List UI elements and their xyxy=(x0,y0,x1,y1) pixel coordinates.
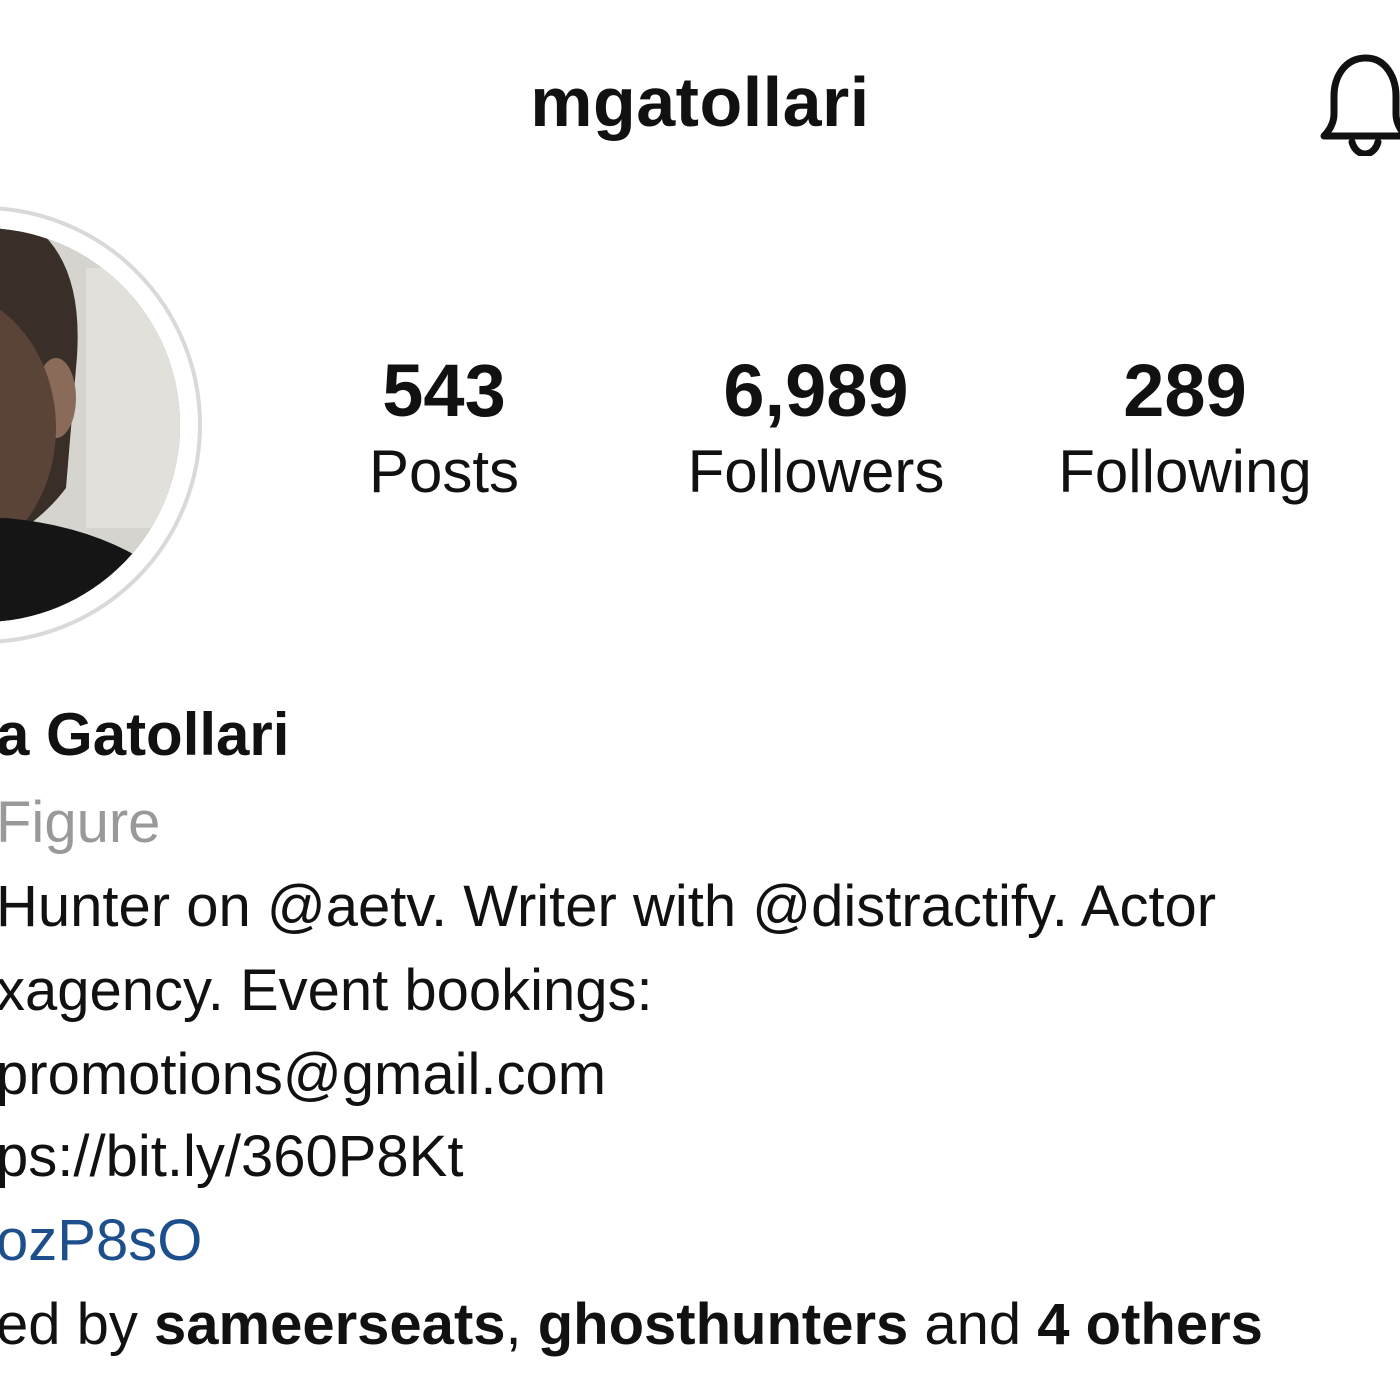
following-stat[interactable]: 289 Following xyxy=(1030,348,1340,510)
profile-username: mgatollari xyxy=(530,63,870,141)
profile-full-name: a Gatollari xyxy=(0,701,290,768)
followers-count: 6,989 xyxy=(723,349,909,432)
follower-name[interactable]: ghosthunters xyxy=(538,1292,909,1357)
posts-count: 543 xyxy=(382,349,506,432)
profile-category: Figure xyxy=(0,790,161,855)
followed-by-and: and xyxy=(908,1292,1038,1357)
followers-stat[interactable]: 6,989 Followers xyxy=(656,348,976,510)
bell-icon[interactable] xyxy=(1320,52,1400,156)
followers-label: Followers xyxy=(687,438,945,505)
followed-by-prefix: ed by xyxy=(0,1292,154,1357)
profile-screen: mgatollari 543 Posts 6,989 Followers 289… xyxy=(0,0,1400,1400)
bio-link[interactable]: ozP8sO xyxy=(0,1206,202,1276)
follower-name[interactable]: sameerseats xyxy=(154,1292,506,1357)
bio-line: Hunter on @aetv. Writer with @distractif… xyxy=(0,874,1217,939)
followed-by-others[interactable]: 4 others xyxy=(1037,1292,1263,1357)
posts-label: Posts xyxy=(368,438,520,505)
bio-line: xagency. Event bookings: xyxy=(0,958,653,1023)
bio-section: a Gatollari Figure Hunter on @aetv. Writ… xyxy=(0,0,1400,1400)
posts-stat[interactable]: 543 Posts xyxy=(334,348,554,510)
following-count: 289 xyxy=(1123,349,1247,432)
bio-line: ps://bit.ly/360P8Kt xyxy=(0,1124,464,1189)
bio-line: promotions@gmail.com xyxy=(0,1042,607,1107)
followed-by[interactable]: ed by sameerseats, ghosthunters and 4 ot… xyxy=(0,1290,1263,1360)
following-label: Following xyxy=(1058,438,1312,505)
followed-by-separator: , xyxy=(505,1292,538,1357)
